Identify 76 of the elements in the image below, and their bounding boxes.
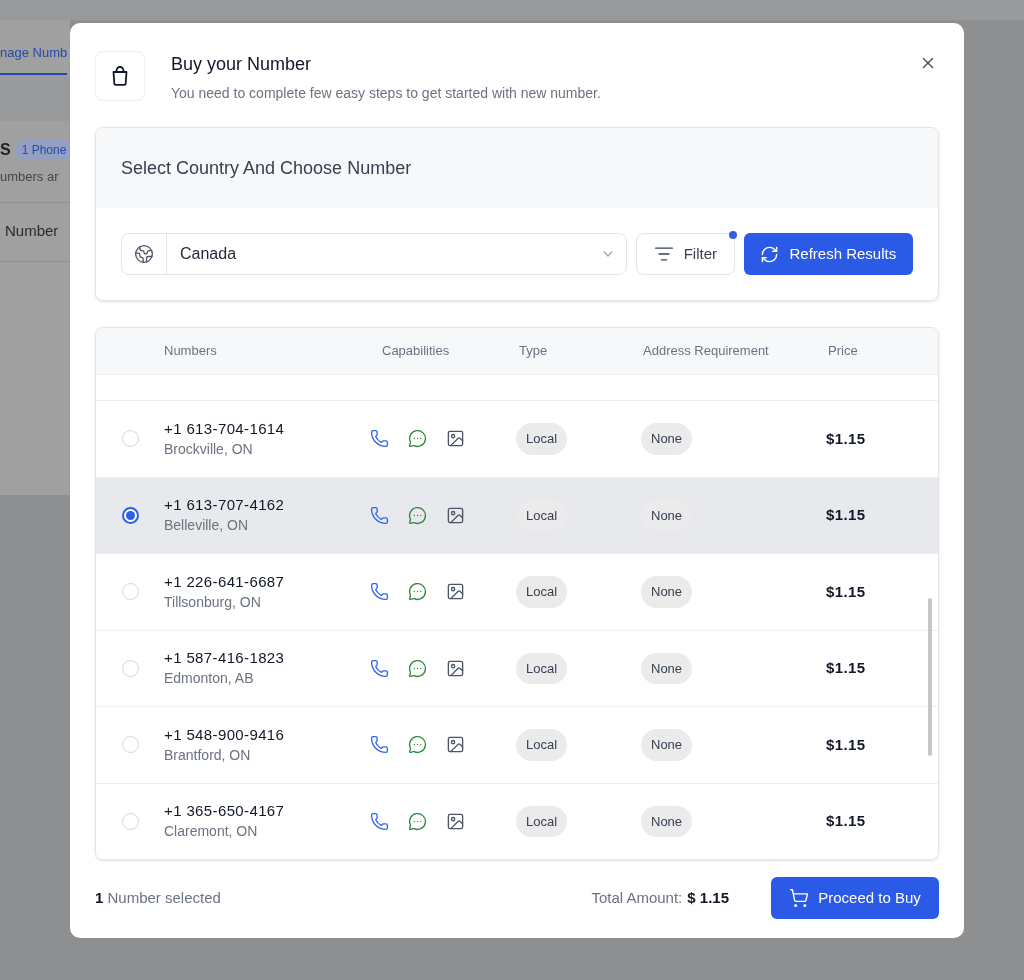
table-row[interactable]: +1 613-704-1614 Brockville, ON Local None $1.15 — [96, 400, 938, 477]
table-row[interactable]: +1 587-416-1823 Edmonton, AB Local None $1.15 — [96, 629, 938, 706]
page-heading: S — [0, 140, 11, 160]
phone-number: +1 365-650-4167 — [164, 801, 286, 822]
column-header: Capabilities — [382, 342, 451, 361]
image-icon — [446, 735, 465, 755]
country-value: Canada — [180, 244, 237, 264]
refresh-icon — [760, 244, 780, 264]
table-row[interactable]: +1 548-900-9416 Brantford, ON Local None $1.15 — [96, 706, 938, 783]
chat-bubble-icon — [408, 582, 427, 602]
image-icon — [446, 811, 465, 831]
location-text: Claremont, ON — [164, 822, 259, 842]
type-pill: Local — [516, 576, 568, 608]
type-pill: Local — [516, 423, 568, 455]
scrollbar[interactable] — [928, 598, 932, 756]
phone-number: +1 548-900-9416 — [164, 724, 286, 745]
globe-icon — [134, 244, 154, 264]
modal-title: Buy your Number — [171, 53, 313, 76]
address-pill: None — [641, 805, 693, 837]
address-pill: None — [641, 652, 693, 684]
cart-icon — [789, 888, 810, 908]
phone-number: +1 613-707-4162 — [164, 495, 286, 516]
phone-icon — [370, 735, 389, 755]
total-label: Total Amount: — [591, 887, 683, 908]
phone-number: +1 226-641-6687 — [164, 571, 286, 592]
column-header: Type — [519, 342, 549, 361]
image-icon — [446, 582, 465, 602]
country-select[interactable]: Canada — [121, 233, 628, 275]
address-pill: None — [641, 576, 693, 608]
location-text: Brantford, ON — [164, 745, 252, 765]
section-title: Select Country And Choose Number — [121, 156, 412, 180]
phone-number: +1 587-416-1823 — [164, 648, 286, 669]
proceed-to-buy-button[interactable]: Proceed to Buy — [771, 877, 939, 919]
price-text: $1.15 — [826, 428, 866, 449]
chat-bubble-icon — [408, 658, 427, 678]
selected-count: 1 Number selected — [95, 887, 221, 908]
price-text: $1.15 — [826, 734, 866, 755]
image-icon — [446, 658, 465, 678]
column-header: Address Requirement — [643, 342, 770, 361]
price-text: $1.15 — [826, 658, 866, 678]
page-subtitle: umbers ar — [0, 168, 60, 186]
chat-bubble-icon — [408, 505, 427, 525]
type-pill: Local — [516, 729, 568, 761]
location-text: Edmonton, AB — [164, 669, 255, 689]
price-text: $1.15 — [826, 505, 866, 525]
phone-icon — [370, 658, 389, 678]
phone-icon — [370, 429, 389, 449]
image-icon — [446, 429, 465, 449]
phone-icon — [370, 505, 389, 525]
location-text: Belleville, ON — [164, 516, 250, 536]
type-pill: Local — [516, 805, 568, 837]
price-text: $1.15 — [826, 811, 866, 831]
location-text: Tillsonburg, ON — [164, 592, 262, 612]
table-row[interactable]: +1 226-641-6687 Tillsonburg, ON Local None $1.15 — [96, 553, 938, 630]
chat-bubble-icon — [408, 735, 427, 755]
type-pill: Local — [516, 652, 568, 684]
chat-bubble-icon — [408, 429, 427, 449]
phone-icon — [370, 811, 389, 831]
column-header: Price — [828, 342, 859, 361]
radio-button[interactable] — [121, 506, 139, 524]
address-pill: None — [641, 729, 693, 761]
address-pill: None — [641, 423, 693, 455]
modal-subtitle: You need to complete few easy steps to get started with new number. — [171, 84, 601, 103]
refresh-button[interactable]: Refresh Results — [743, 233, 913, 275]
chat-bubble-icon — [408, 811, 427, 831]
price-text: $1.15 — [826, 581, 866, 602]
column-header: Number — [4, 221, 59, 242]
table-row[interactable]: +1 613-707-4162 Belleville, ON Local None $1.15 — [96, 476, 938, 553]
total-amount: $ 1.15 — [687, 887, 729, 908]
table-row[interactable]: +1 365-650-4167 Claremont, ON Local None $1.15 — [96, 782, 938, 859]
phone-icon — [370, 582, 389, 602]
location-text: Brockville, ON — [164, 439, 254, 459]
phone-number: +1 613-704-1614 — [164, 418, 286, 439]
image-icon — [446, 505, 465, 525]
filter-button[interactable]: Filter — [636, 233, 735, 275]
column-header: Numbers — [163, 342, 218, 361]
